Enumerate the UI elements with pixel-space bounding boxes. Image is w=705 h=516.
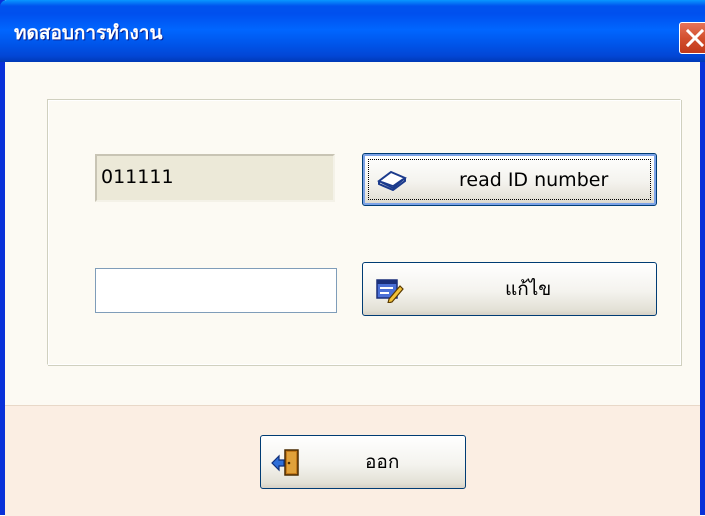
edit-button[interactable]: แก้ไข — [362, 262, 657, 316]
book-icon — [377, 170, 407, 191]
read-id-number-label: read ID number — [459, 168, 609, 191]
dialog-footer: ออก — [5, 405, 700, 516]
dialog-window: ทดสอบการทำงาน 011111 read ID number แก้ไ… — [0, 0, 705, 516]
exit-button[interactable]: ออก — [260, 435, 466, 489]
id-number-field[interactable]: 011111 — [95, 154, 335, 202]
edit-pencil-icon — [376, 279, 404, 303]
close-x-icon — [685, 28, 705, 48]
window-title: ทดสอบการทำงาน — [14, 22, 163, 44]
title-bar[interactable]: ทดสอบการทำงาน — [0, 0, 705, 62]
dialog-body: 011111 read ID number แก้ไข — [5, 62, 700, 405]
exit-door-icon — [271, 449, 299, 476]
form-group-box: 011111 read ID number แก้ไข — [47, 99, 681, 365]
read-id-number-button[interactable]: read ID number — [362, 153, 657, 206]
edit-text-field[interactable] — [95, 268, 337, 313]
id-number-value: 011111 — [101, 166, 174, 188]
edit-button-label: แก้ไข — [505, 278, 552, 300]
exit-button-label: ออก — [365, 451, 400, 473]
close-button[interactable] — [679, 22, 705, 54]
